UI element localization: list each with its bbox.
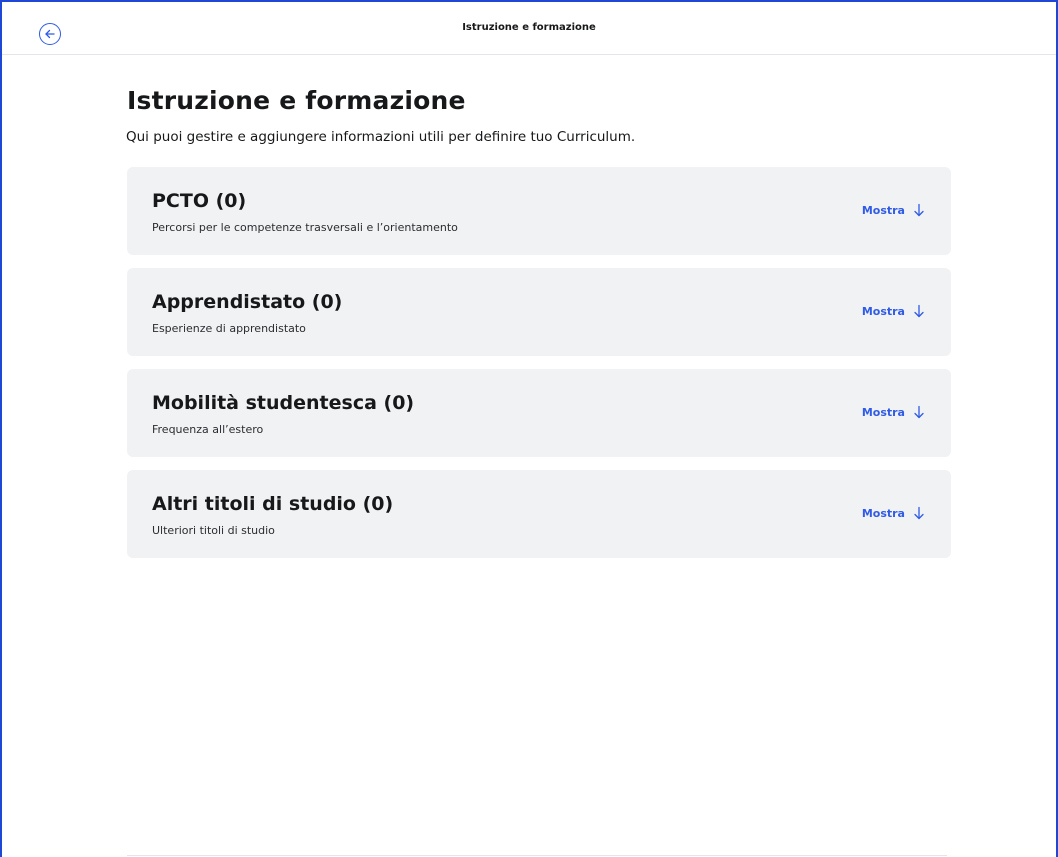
section-card-mobilita[interactable]: Mobilità studentesca (0) Frequenza all’e… bbox=[127, 369, 951, 457]
back-button[interactable] bbox=[39, 23, 61, 45]
arrow-down-icon bbox=[914, 203, 924, 217]
arrow-down-icon bbox=[914, 304, 924, 318]
section-card-pcto[interactable]: PCTO (0) Percorsi per le competenze tras… bbox=[127, 167, 951, 255]
section-title: Mobilità studentesca (0) bbox=[152, 392, 415, 414]
top-bar: Istruzione e formazione bbox=[2, 2, 1056, 55]
section-title: Apprendistato (0) bbox=[152, 291, 343, 313]
section-description: Percorsi per le competenze trasversali e… bbox=[152, 221, 458, 234]
show-button-label: Mostra bbox=[861, 203, 905, 217]
section-title: Altri titoli di studio (0) bbox=[152, 493, 394, 515]
show-button-label: Mostra bbox=[861, 506, 905, 520]
page-subtitle: Qui puoi gestire e aggiungere informazio… bbox=[126, 129, 636, 145]
footer-divider bbox=[127, 855, 947, 856]
arrow-left-icon bbox=[45, 29, 55, 39]
arrow-down-icon bbox=[914, 506, 924, 520]
section-title: PCTO (0) bbox=[152, 190, 247, 212]
section-card-apprendistato[interactable]: Apprendistato (0) Esperienze di apprendi… bbox=[127, 268, 951, 356]
show-button[interactable]: Mostra bbox=[862, 405, 925, 419]
show-button-label: Mostra bbox=[861, 304, 905, 318]
show-button[interactable]: Mostra bbox=[862, 506, 925, 520]
main-content: Istruzione e formazione Qui puoi gestire… bbox=[126, 86, 951, 571]
arrow-down-icon bbox=[914, 405, 924, 419]
show-button-label: Mostra bbox=[861, 405, 905, 419]
app-window: Istruzione e formazione Istruzione e for… bbox=[0, 0, 1058, 857]
topbar-title: Istruzione e formazione bbox=[462, 21, 596, 33]
show-button[interactable]: Mostra bbox=[862, 304, 925, 318]
section-description: Ulteriori titoli di studio bbox=[152, 524, 275, 537]
show-button[interactable]: Mostra bbox=[862, 203, 925, 217]
section-card-altri-titoli[interactable]: Altri titoli di studio (0) Ulteriori tit… bbox=[127, 470, 951, 558]
section-description: Frequenza all’estero bbox=[152, 423, 264, 436]
page-title: Istruzione e formazione bbox=[127, 86, 466, 115]
section-description: Esperienze di apprendistato bbox=[152, 322, 306, 335]
